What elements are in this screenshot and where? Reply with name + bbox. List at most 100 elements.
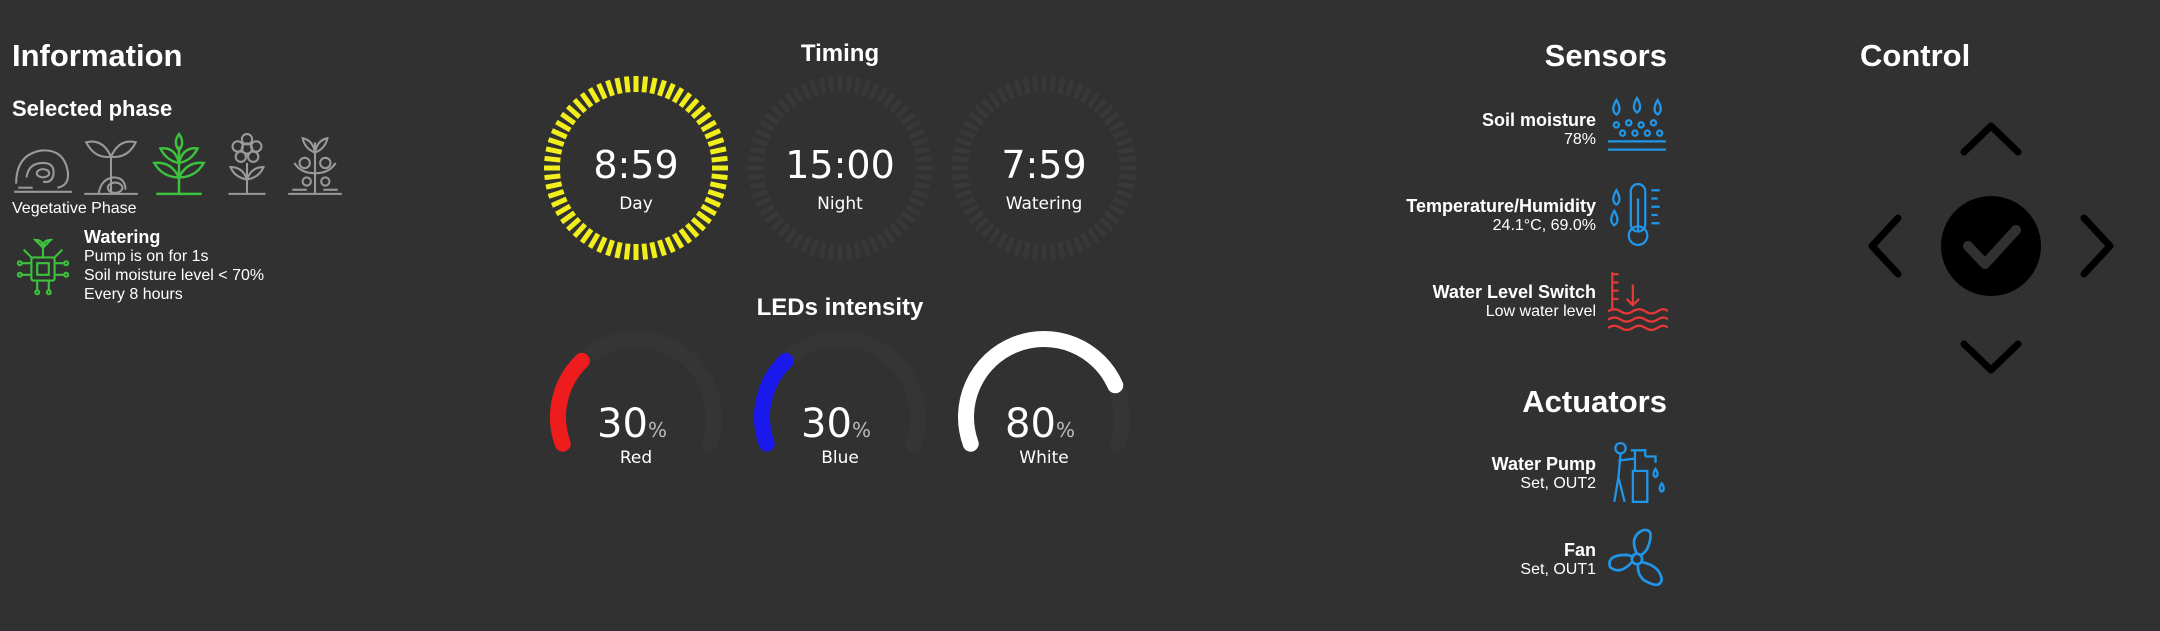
gauge-tick	[769, 216, 786, 232]
timing-title: Timing	[800, 40, 880, 67]
gauge-tick	[748, 173, 765, 181]
gauge-tick	[861, 79, 871, 97]
up-arrow-button[interactable]	[1960, 122, 2022, 156]
gauge-tick	[579, 92, 594, 108]
gauge-tick	[1013, 239, 1023, 257]
gauge-tick	[783, 92, 798, 108]
actuator-fan: Fan Set, OUT1	[1520, 526, 1668, 592]
flowering-icon[interactable]	[216, 132, 278, 198]
watering-line-3: Every 8 hours	[84, 286, 183, 303]
led-label: White	[1019, 448, 1068, 468]
gauge-tick	[1086, 228, 1101, 244]
gauge-tick	[711, 155, 728, 163]
gauge-tick	[690, 216, 707, 232]
gauge-tick	[953, 181, 971, 190]
timing-gauge-watering: 7:59 Watering	[952, 76, 1136, 260]
gauge-tick	[1079, 232, 1093, 249]
led-unit: %	[648, 418, 667, 442]
gauge-tick	[690, 104, 707, 120]
gauge-tick	[751, 189, 769, 199]
gauge-tick	[1104, 111, 1120, 126]
gauge-tick	[908, 196, 926, 208]
gauge-tick	[550, 196, 568, 208]
seed-icon[interactable]	[12, 132, 74, 198]
gauge-tick	[749, 146, 767, 155]
gauge-tick	[995, 87, 1009, 104]
gauge-tick	[641, 243, 649, 260]
gauge-tick	[987, 92, 1002, 108]
gauge-tick	[711, 173, 728, 181]
gauge-tick	[704, 128, 722, 140]
gauge-tick	[678, 92, 693, 108]
gauge-tick	[1065, 239, 1075, 257]
gauge-tick	[894, 104, 911, 120]
watering-line-2: Soil moisture level < 70%	[84, 267, 265, 284]
gauge-tick	[649, 241, 658, 259]
seedling-icon[interactable]	[80, 132, 142, 198]
phase-selector	[12, 132, 346, 198]
gauge-tick	[776, 97, 792, 114]
gauge-tick	[565, 216, 582, 232]
gauge-tick	[953, 146, 971, 155]
gauge-tick	[547, 137, 565, 147]
watering-title: Watering	[84, 227, 161, 247]
gauge-tick	[958, 196, 976, 208]
gauge-tick	[882, 92, 897, 108]
gauge-tick	[973, 104, 990, 120]
gauge-tick	[800, 82, 812, 100]
led-level	[754, 352, 794, 452]
gauge-tick	[572, 222, 588, 239]
gauge-tick	[1117, 146, 1135, 155]
gauge-tick	[1119, 173, 1136, 181]
confirm-button[interactable]	[1941, 196, 2041, 296]
gauge-tick	[764, 111, 780, 126]
gauge-tick	[900, 111, 916, 126]
watering-line-1: Pump is on for 1s	[84, 248, 209, 265]
gauge-tick	[980, 222, 996, 239]
gauge-tick	[649, 77, 658, 95]
gauge-tick	[704, 196, 722, 208]
actuator-name: Water Pump	[1491, 453, 1596, 474]
left-arrow-button[interactable]	[1868, 214, 1902, 278]
gauge-tick	[657, 79, 667, 97]
gauge-tick	[709, 181, 727, 190]
gauge-tick	[560, 210, 576, 225]
gauge-tick	[888, 222, 904, 239]
gauge-tick	[1112, 196, 1130, 208]
gauge-tick	[995, 232, 1009, 249]
gauge-tick	[888, 97, 904, 114]
gauge-tick	[1057, 77, 1066, 95]
gauge-tick	[751, 137, 769, 147]
sensor-value: Low water level	[1485, 302, 1596, 320]
right-arrow-button[interactable]	[2080, 214, 2114, 278]
gauge-tick	[664, 236, 676, 254]
vegetative-icon[interactable]	[148, 132, 210, 198]
gauge-tick	[861, 239, 871, 257]
gauge-tick	[875, 232, 889, 249]
gauge-tick	[545, 146, 563, 155]
led-value: 80%	[1005, 401, 1075, 447]
gauge-tick	[749, 181, 767, 190]
gauge-tick	[875, 87, 889, 104]
gauge-tick	[1004, 82, 1016, 100]
down-arrow-button[interactable]	[1960, 340, 2022, 374]
gauge-tick	[547, 189, 565, 199]
gauge-tick	[963, 119, 980, 133]
gauge-tick	[911, 189, 929, 199]
control-title: Control	[1860, 38, 1971, 73]
timing-gauges: 8:59 Day 15:00 Night 7:59 Watering	[540, 72, 1140, 272]
sensor-value: 24.1°C, 69.0%	[1492, 216, 1596, 234]
gauge-tick	[776, 222, 792, 239]
actuator-name: Fan	[1563, 539, 1596, 560]
gauge-tick	[671, 87, 685, 104]
gauge-tick	[550, 128, 568, 140]
gauge-tick	[868, 236, 880, 254]
gauge-tick	[809, 79, 819, 97]
gauge-tick	[579, 228, 594, 244]
gauge-tick	[544, 155, 561, 163]
gauge-tick	[671, 232, 685, 249]
gauge-tick	[748, 155, 765, 163]
gauge-tick	[894, 216, 911, 232]
gauge-tick	[684, 222, 700, 239]
harvest-icon[interactable]	[284, 132, 346, 198]
